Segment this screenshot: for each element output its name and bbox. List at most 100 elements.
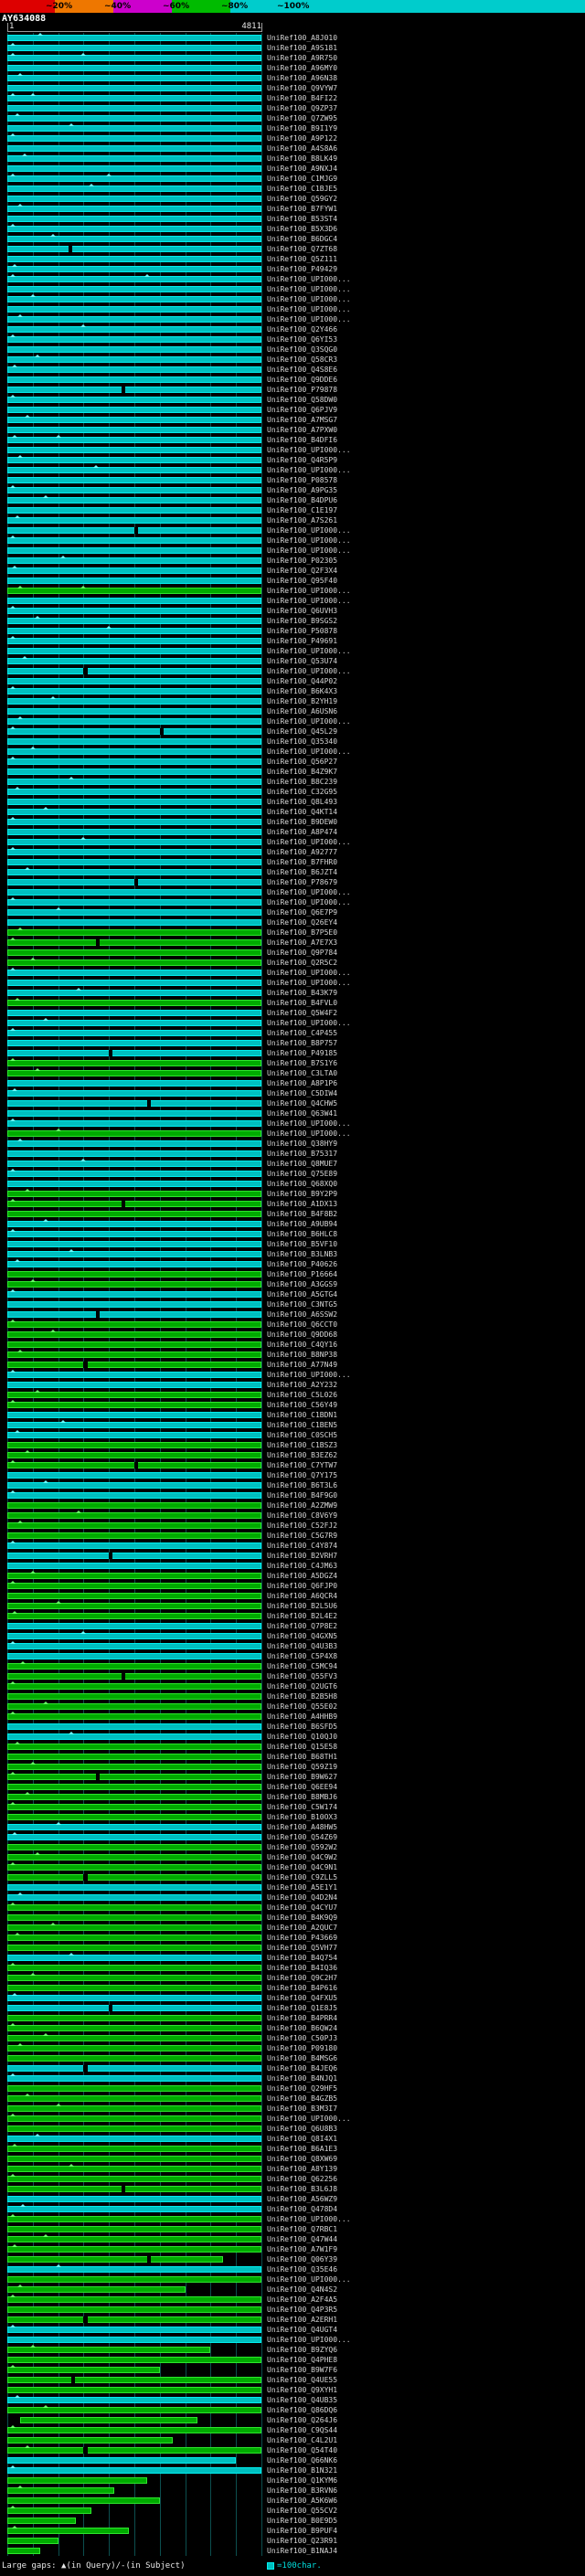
hit-label[interactable]: UniRef100_Q9P784 bbox=[267, 949, 337, 957]
hit-label[interactable]: UniRef100_Q56P27 bbox=[267, 758, 337, 766]
hit-label[interactable]: UniRef100_B10OX3 bbox=[267, 1813, 337, 1821]
hit-bar[interactable] bbox=[7, 1693, 261, 1700]
hit-label[interactable]: UniRef100_Q4C9N1 bbox=[267, 1863, 337, 1871]
hit-bar[interactable] bbox=[7, 397, 261, 403]
hit-label[interactable]: UniRef100_B8MBJ6 bbox=[267, 1793, 337, 1801]
hit-bar[interactable] bbox=[7, 1703, 261, 1710]
hit-bar[interactable] bbox=[7, 1563, 261, 1569]
hit-label[interactable]: UniRef100_B4NJQ1 bbox=[267, 2074, 337, 2083]
hit-label[interactable]: UniRef100_Q4UB35 bbox=[267, 2396, 337, 2404]
hit-bar[interactable] bbox=[7, 75, 261, 81]
hit-bar[interactable] bbox=[7, 2085, 261, 2092]
hit-label[interactable]: UniRef100_A48HW5 bbox=[267, 1823, 337, 1831]
hit-label[interactable]: UniRef100_Q4S8E6 bbox=[267, 366, 337, 374]
hit-label[interactable]: UniRef100_B0E9D5 bbox=[267, 2517, 337, 2525]
hit-bar[interactable] bbox=[7, 1221, 261, 1227]
hit-label[interactable]: UniRef100_B6K4X3 bbox=[267, 687, 337, 695]
hit-bar[interactable] bbox=[7, 276, 261, 282]
hit-label[interactable]: UniRef100_A8P474 bbox=[267, 828, 337, 836]
hit-bar[interactable] bbox=[7, 779, 261, 785]
hit-bar[interactable] bbox=[7, 1311, 261, 1318]
hit-bar[interactable] bbox=[7, 266, 261, 272]
hit-label[interactable]: UniRef100_B7S1Y6 bbox=[267, 1059, 337, 1067]
hit-label[interactable]: UniRef100_Q55FV3 bbox=[267, 1672, 337, 1680]
hit-label[interactable]: UniRef100_Q7ZT68 bbox=[267, 245, 337, 253]
hit-bar[interactable] bbox=[7, 2337, 261, 2343]
hit-label[interactable]: UniRef100_P43669 bbox=[267, 1934, 337, 1942]
hit-label[interactable]: UniRef100_C3LTA0 bbox=[267, 1069, 337, 1077]
hit-bar[interactable] bbox=[7, 55, 261, 61]
hit-label[interactable]: UniRef100_B7P5E0 bbox=[267, 928, 337, 937]
hit-bar[interactable] bbox=[7, 477, 261, 483]
hit-bar[interactable] bbox=[7, 1020, 261, 1026]
hit-label[interactable]: UniRef100_C4L2U1 bbox=[267, 2436, 337, 2444]
hit-bar[interactable] bbox=[7, 326, 261, 333]
hit-bar[interactable] bbox=[7, 1784, 261, 1790]
hit-bar[interactable] bbox=[7, 970, 261, 976]
hit-label[interactable]: UniRef100_A5DGZ4 bbox=[267, 1572, 337, 1580]
hit-bar[interactable] bbox=[7, 2035, 261, 2041]
hit-bar[interactable] bbox=[7, 1492, 261, 1499]
hit-label[interactable]: UniRef100_Q54T40 bbox=[267, 2446, 337, 2454]
hit-bar[interactable] bbox=[7, 437, 261, 443]
hit-bar[interactable] bbox=[7, 949, 261, 956]
hit-label[interactable]: UniRef100_UPI000... bbox=[267, 747, 351, 756]
hit-bar[interactable] bbox=[7, 939, 261, 946]
hit-label[interactable]: UniRef100_C0SCH5 bbox=[267, 1431, 337, 1439]
hit-bar[interactable] bbox=[7, 346, 261, 353]
hit-bar[interactable] bbox=[7, 2528, 130, 2534]
hit-bar[interactable] bbox=[7, 1251, 261, 1257]
hit-label[interactable]: UniRef100_B4IQ36 bbox=[267, 1964, 337, 1972]
hit-label[interactable]: UniRef100_A96N38 bbox=[267, 74, 337, 82]
hit-label[interactable]: UniRef100_B4FVL0 bbox=[267, 999, 337, 1007]
hit-bar[interactable] bbox=[7, 557, 261, 564]
hit-label[interactable]: UniRef100_C5MC94 bbox=[267, 1662, 337, 1670]
hit-label[interactable]: UniRef100_Q6UVH3 bbox=[267, 607, 337, 615]
hit-bar[interactable] bbox=[7, 1573, 261, 1579]
hit-bar[interactable] bbox=[7, 2176, 261, 2182]
hit-label[interactable]: UniRef100_P78679 bbox=[267, 878, 337, 886]
hit-bar[interactable] bbox=[7, 1713, 261, 1720]
hit-bar[interactable] bbox=[7, 467, 261, 473]
hit-label[interactable]: UniRef100_B75317 bbox=[267, 1150, 337, 1158]
hit-label[interactable]: UniRef100_B6QW24 bbox=[267, 2024, 337, 2032]
hit-bar[interactable] bbox=[7, 2216, 261, 2222]
hit-bar[interactable] bbox=[7, 1723, 261, 1730]
hit-bar[interactable] bbox=[7, 1412, 261, 1418]
hit-label[interactable]: UniRef100_Q9VYW7 bbox=[267, 84, 337, 92]
hit-label[interactable]: UniRef100_B2B5H8 bbox=[267, 1692, 337, 1701]
hit-label[interactable]: UniRef100_B9PUF4 bbox=[267, 2527, 337, 2535]
hit-label[interactable]: UniRef100_B8LK49 bbox=[267, 154, 337, 163]
hit-bar[interactable] bbox=[7, 2236, 261, 2242]
hit-label[interactable]: UniRef100_Q8I4X1 bbox=[267, 2135, 337, 2143]
hit-label[interactable]: UniRef100_UPI000... bbox=[267, 1371, 351, 1379]
hit-label[interactable]: UniRef100_Q86DQ6 bbox=[267, 2406, 337, 2414]
hit-label[interactable]: UniRef100_Q58DW0 bbox=[267, 396, 337, 404]
hit-label[interactable]: UniRef100_P09180 bbox=[267, 2044, 337, 2052]
hit-bar[interactable] bbox=[7, 648, 261, 654]
hit-bar[interactable] bbox=[7, 758, 261, 765]
hit-bar[interactable] bbox=[7, 1181, 261, 1187]
hit-label[interactable]: UniRef100_A9UB94 bbox=[267, 1220, 337, 1228]
hit-label[interactable]: UniRef100_P08578 bbox=[267, 476, 337, 484]
hit-label[interactable]: UniRef100_Q7RBC1 bbox=[267, 2225, 337, 2233]
hit-bar[interactable] bbox=[7, 839, 261, 845]
hit-label[interactable]: UniRef100_Q38HY9 bbox=[267, 1140, 337, 1148]
hit-label[interactable]: UniRef100_Q68XQ0 bbox=[267, 1180, 337, 1188]
hit-label[interactable]: UniRef100_UPI000... bbox=[267, 597, 351, 605]
hit-bar[interactable] bbox=[7, 2497, 160, 2504]
hit-bar[interactable] bbox=[7, 1834, 261, 1840]
hit-label[interactable]: UniRef100_Q6CCT0 bbox=[267, 1320, 337, 1329]
hit-label[interactable]: UniRef100_UPI000... bbox=[267, 2115, 351, 2123]
hit-label[interactable]: UniRef100_B4K9Q9 bbox=[267, 1913, 337, 1922]
hit-label[interactable]: UniRef100_A7E7X3 bbox=[267, 938, 337, 947]
hit-label[interactable]: UniRef100_Q6FJP0 bbox=[267, 1582, 337, 1590]
hit-bar[interactable] bbox=[7, 1211, 261, 1217]
hit-bar[interactable] bbox=[7, 658, 261, 664]
hit-label[interactable]: UniRef100_B3L6J8 bbox=[267, 2185, 337, 2193]
hit-label[interactable]: UniRef100_B8NP38 bbox=[267, 1351, 337, 1359]
hit-label[interactable]: UniRef100_Q264J6 bbox=[267, 2416, 337, 2424]
hit-bar[interactable] bbox=[7, 1040, 261, 1046]
hit-bar[interactable] bbox=[7, 1914, 261, 1921]
hit-label[interactable]: UniRef100_UPI000... bbox=[267, 587, 351, 595]
